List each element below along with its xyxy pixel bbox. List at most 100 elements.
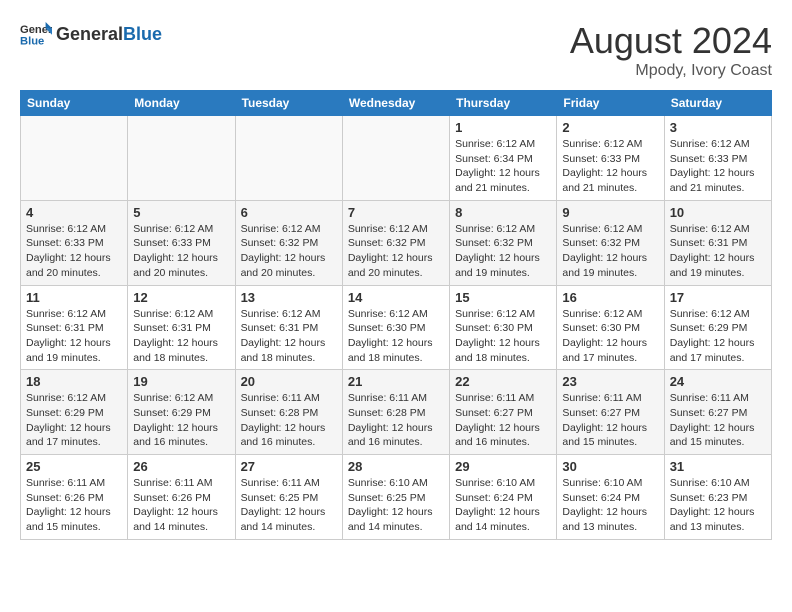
day-number: 15 <box>455 290 551 305</box>
calendar-cell: 10Sunrise: 6:12 AM Sunset: 6:31 PM Dayli… <box>664 200 771 285</box>
day-number: 13 <box>241 290 337 305</box>
logo-icon: General Blue <box>20 20 52 48</box>
svg-text:Blue: Blue <box>20 35 44 47</box>
day-detail: Sunrise: 6:12 AM Sunset: 6:30 PM Dayligh… <box>455 307 551 366</box>
day-detail: Sunrise: 6:12 AM Sunset: 6:31 PM Dayligh… <box>26 307 122 366</box>
calendar-cell <box>128 116 235 201</box>
day-number: 28 <box>348 459 444 474</box>
calendar-week-row: 11Sunrise: 6:12 AM Sunset: 6:31 PM Dayli… <box>21 285 772 370</box>
calendar-cell <box>235 116 342 201</box>
calendar-cell: 2 Sunrise: 6:12 AM Sunset: 6:33 PM Daylig… <box>557 116 664 201</box>
day-detail: Sunrise: 6:12 AM Sunset: 6:31 PM Dayligh… <box>670 222 766 281</box>
day-number: 5 <box>133 205 229 220</box>
day-number: 18 <box>26 374 122 389</box>
calendar-cell: 25Sunrise: 6:11 AM Sunset: 6:26 PM Dayli… <box>21 455 128 540</box>
day-detail: Sunrise: 6:12 AM Sunset: 6:31 PM Dayligh… <box>133 307 229 366</box>
calendar-week-row: 18 Sunrise: 6:12 AM Sunset: 6:29 PM Dayli… <box>21 370 772 455</box>
day-number: 31 <box>670 459 766 474</box>
day-number: 6 <box>241 205 337 220</box>
day-detail: Sunrise: 6:11 AM Sunset: 6:28 PM Dayligh… <box>348 391 444 450</box>
day-detail: Sunrise: 6:10 AM Sunset: 6:25 PM Dayligh… <box>348 476 444 535</box>
logo: General Blue General Blue <box>20 20 162 48</box>
calendar-cell: 22 Sunrise: 6:11 AM Sunset: 6:27 PM Dayli… <box>450 370 557 455</box>
calendar-week-row: 25 Sunrise: 6:11 AM Sunset: 6:26 PM Dayli… <box>21 455 772 540</box>
day-number: 1 <box>455 120 551 135</box>
calendar-cell: 26 Sunrise: 6:11 AM Sunset: 6:26 PM Dayli… <box>128 455 235 540</box>
day-detail: Sunrise: 6:12 AM Sunset: 6:32 PM Dayligh… <box>562 222 658 281</box>
day-detail: Sunrise: 6:12 AM Sunset: 6:29 PM Dayligh… <box>133 391 229 450</box>
day-number: 22 <box>455 374 551 389</box>
day-detail: Sunrise: 6:12 AM Sunset: 6:34 PM Dayligh… <box>455 137 551 196</box>
title-area: August 2024 Mpody, Ivory Coast <box>570 20 772 80</box>
calendar-cell: 5 Sunrise: 6:12 AM Sunset: 6:33 PM Daylig… <box>128 200 235 285</box>
weekday-header: Wednesday <box>342 91 449 116</box>
day-detail: Sunrise: 6:12 AM Sunset: 6:29 PM Dayligh… <box>26 391 122 450</box>
calendar-cell: 9 Sunrise: 6:12 AM Sunset: 6:32 PM Daylig… <box>557 200 664 285</box>
day-detail: Sunrise: 6:11 AM Sunset: 6:26 PM Dayligh… <box>133 476 229 535</box>
weekday-header: Tuesday <box>235 91 342 116</box>
day-number: 8 <box>455 205 551 220</box>
day-number: 24 <box>670 374 766 389</box>
day-detail: Sunrise: 6:10 AM Sunset: 6:24 PM Dayligh… <box>455 476 551 535</box>
weekday-header: Saturday <box>664 91 771 116</box>
calendar-week-row: 4 Sunrise: 6:12 AM Sunset: 6:33 PM Daylig… <box>21 200 772 285</box>
day-detail: Sunrise: 6:12 AM Sunset: 6:33 PM Dayligh… <box>133 222 229 281</box>
day-detail: Sunrise: 6:11 AM Sunset: 6:27 PM Dayligh… <box>670 391 766 450</box>
logo-blue-text: Blue <box>123 24 162 45</box>
day-detail: Sunrise: 6:12 AM Sunset: 6:33 PM Dayligh… <box>562 137 658 196</box>
weekday-header: Friday <box>557 91 664 116</box>
day-detail: Sunrise: 6:12 AM Sunset: 6:30 PM Dayligh… <box>348 307 444 366</box>
logo-general-text: General <box>56 24 123 45</box>
calendar-cell: 30Sunrise: 6:10 AM Sunset: 6:24 PM Dayli… <box>557 455 664 540</box>
calendar-cell: 23 Sunrise: 6:11 AM Sunset: 6:27 PM Dayli… <box>557 370 664 455</box>
day-number: 21 <box>348 374 444 389</box>
calendar-cell <box>342 116 449 201</box>
month-year-title: August 2024 <box>570 20 772 62</box>
day-number: 30 <box>562 459 658 474</box>
day-number: 14 <box>348 290 444 305</box>
calendar-cell: 6 Sunrise: 6:12 AM Sunset: 6:32 PM Daylig… <box>235 200 342 285</box>
day-number: 16 <box>562 290 658 305</box>
calendar-cell: 11Sunrise: 6:12 AM Sunset: 6:31 PM Dayli… <box>21 285 128 370</box>
day-detail: Sunrise: 6:11 AM Sunset: 6:28 PM Dayligh… <box>241 391 337 450</box>
day-number: 26 <box>133 459 229 474</box>
day-number: 19 <box>133 374 229 389</box>
day-number: 4 <box>26 205 122 220</box>
day-number: 20 <box>241 374 337 389</box>
day-detail: Sunrise: 6:12 AM Sunset: 6:32 PM Dayligh… <box>455 222 551 281</box>
calendar-cell: 15 Sunrise: 6:12 AM Sunset: 6:30 PM Dayli… <box>450 285 557 370</box>
day-detail: Sunrise: 6:12 AM Sunset: 6:30 PM Dayligh… <box>562 307 658 366</box>
calendar-cell: 1 Sunrise: 6:12 AM Sunset: 6:34 PM Daylig… <box>450 116 557 201</box>
weekday-header-row: SundayMondayTuesdayWednesdayThursdayFrid… <box>21 91 772 116</box>
calendar-cell: 18 Sunrise: 6:12 AM Sunset: 6:29 PM Dayli… <box>21 370 128 455</box>
day-detail: Sunrise: 6:12 AM Sunset: 6:33 PM Dayligh… <box>26 222 122 281</box>
day-number: 9 <box>562 205 658 220</box>
day-detail: Sunrise: 6:11 AM Sunset: 6:27 PM Dayligh… <box>455 391 551 450</box>
day-detail: Sunrise: 6:12 AM Sunset: 6:32 PM Dayligh… <box>241 222 337 281</box>
day-detail: Sunrise: 6:12 AM Sunset: 6:31 PM Dayligh… <box>241 307 337 366</box>
day-detail: Sunrise: 6:11 AM Sunset: 6:27 PM Dayligh… <box>562 391 658 450</box>
page-header: General Blue General Blue August 2024 Mp… <box>20 20 772 80</box>
day-number: 12 <box>133 290 229 305</box>
calendar-cell: 19 Sunrise: 6:12 AM Sunset: 6:29 PM Dayli… <box>128 370 235 455</box>
calendar-cell: 14 Sunrise: 6:12 AM Sunset: 6:30 PM Dayli… <box>342 285 449 370</box>
calendar-cell <box>21 116 128 201</box>
day-detail: Sunrise: 6:12 AM Sunset: 6:29 PM Dayligh… <box>670 307 766 366</box>
day-number: 3 <box>670 120 766 135</box>
day-number: 7 <box>348 205 444 220</box>
calendar-cell: 17 Sunrise: 6:12 AM Sunset: 6:29 PM Dayli… <box>664 285 771 370</box>
day-number: 23 <box>562 374 658 389</box>
calendar-cell: 16 Sunrise: 6:12 AM Sunset: 6:30 PM Dayli… <box>557 285 664 370</box>
calendar-table: SundayMondayTuesdayWednesdayThursdayFrid… <box>20 90 772 540</box>
day-number: 17 <box>670 290 766 305</box>
day-number: 25 <box>26 459 122 474</box>
day-detail: Sunrise: 6:10 AM Sunset: 6:23 PM Dayligh… <box>670 476 766 535</box>
calendar-cell: 31 Sunrise: 6:10 AM Sunset: 6:23 PM Dayli… <box>664 455 771 540</box>
calendar-cell: 13 Sunrise: 6:12 AM Sunset: 6:31 PM Dayli… <box>235 285 342 370</box>
calendar-cell: 21 Sunrise: 6:11 AM Sunset: 6:28 PM Dayli… <box>342 370 449 455</box>
calendar-week-row: 1 Sunrise: 6:12 AM Sunset: 6:34 PM Daylig… <box>21 116 772 201</box>
calendar-cell: 24 Sunrise: 6:11 AM Sunset: 6:27 PM Dayli… <box>664 370 771 455</box>
calendar-cell: 7Sunrise: 6:12 AM Sunset: 6:32 PM Daylig… <box>342 200 449 285</box>
day-number: 2 <box>562 120 658 135</box>
day-detail: Sunrise: 6:12 AM Sunset: 6:33 PM Dayligh… <box>670 137 766 196</box>
